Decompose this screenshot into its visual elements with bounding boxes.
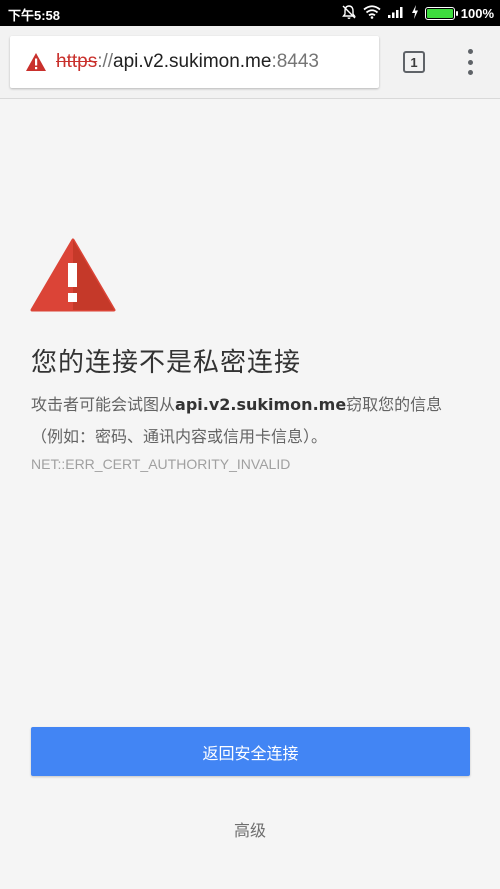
menu-dot: [467, 59, 473, 65]
browser-toolbar: https://api.v2.sukimon.me:8443: [0, 26, 500, 99]
warning-triangle-icon[interactable]: [25, 52, 47, 72]
wifi-icon: [363, 4, 381, 22]
status-time: 下午5:58: [8, 8, 61, 23]
charging-icon: [411, 4, 419, 22]
url-host: api.v2.sukimon.me: [113, 51, 272, 72]
menu-dot: [467, 70, 473, 75]
tab-switcher-button[interactable]: 1: [403, 51, 425, 73]
battery-icon: [424, 6, 458, 20]
explanation-text: 攻击者可能会试图从api.v2.sukimon.me窃取您的信息（例如：密码、通…: [31, 389, 471, 453]
status-icons: 100%: [341, 3, 494, 23]
menu-dot: [467, 49, 473, 54]
advanced-link[interactable]: 高级: [0, 816, 500, 842]
page-title: 您的连接不是私密连接: [31, 348, 302, 378]
tab-count: 1: [410, 54, 418, 70]
battery-level: [426, 8, 453, 18]
error-code[interactable]: NET::ERR_CERT_AUTHORITY_INVALID: [31, 456, 290, 472]
explanation-before: 攻击者可能会试图从: [31, 395, 176, 414]
back-to-safety-button[interactable]: 返回安全连接: [31, 727, 470, 776]
explanation-host: api.v2.sukimon.me: [175, 395, 347, 414]
url-text[interactable]: https://api.v2.sukimon.me:8443: [56, 51, 319, 73]
url-separator: ://: [97, 51, 114, 72]
signal-icon: [387, 5, 405, 22]
battery-percent: 100%: [460, 5, 494, 21]
url-port: :8443: [271, 51, 319, 72]
status-bar: 下午5:58 100%: [0, 0, 500, 26]
more-vert-icon[interactable]: [459, 49, 481, 75]
warning-triangle-icon: [30, 238, 116, 312]
url-scheme: https: [56, 51, 98, 72]
url-bar[interactable]: https://api.v2.sukimon.me:8443: [10, 36, 379, 88]
alarm-off-icon: [341, 4, 357, 23]
